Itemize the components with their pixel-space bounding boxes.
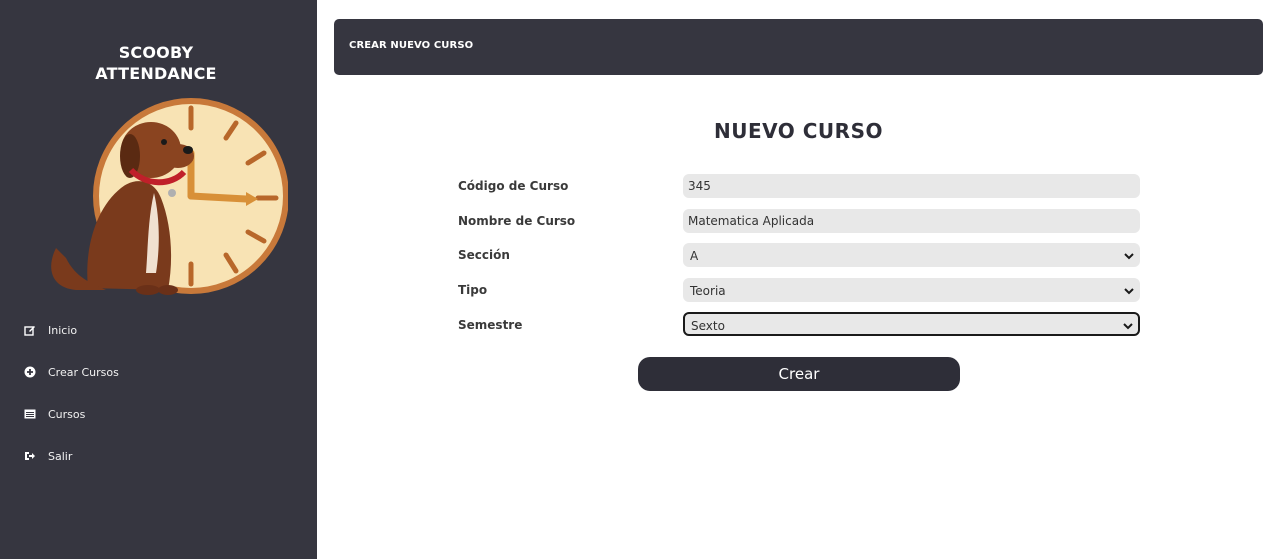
form-row-semestre: Semestre Sexto (458, 312, 1140, 336)
nombre-label: Nombre de Curso (458, 214, 576, 228)
sidebar: SCOOBY ATTENDANCE Inicio Crear Cursos Cu… (0, 0, 317, 559)
chevron-down-icon (1124, 288, 1134, 295)
tipo-select[interactable]: Teoria (683, 278, 1140, 302)
chevron-down-icon (1124, 253, 1134, 260)
seccion-label: Sección (458, 248, 510, 262)
sidebar-item-crear-cursos[interactable]: Crear Cursos (0, 354, 317, 390)
tipo-label: Tipo (458, 283, 488, 297)
crear-button[interactable]: Crear (638, 357, 960, 391)
form-title: NUEVO CURSO (714, 119, 883, 143)
form-row-nombre: Nombre de Curso Matematica Aplicada (458, 209, 1140, 233)
nombre-value: Matematica Aplicada (688, 214, 815, 228)
brand-line-1: SCOOBY (118, 43, 194, 62)
seccion-value: A (690, 249, 699, 263)
sidebar-item-label: Salir (48, 449, 73, 463)
app-root: SCOOBY ATTENDANCE Inicio Crear Cursos Cu… (0, 0, 1280, 559)
seccion-select[interactable]: A (683, 243, 1140, 267)
chevron-down-icon (1123, 323, 1133, 330)
list-icon (24, 408, 36, 420)
nombre-input[interactable]: Matematica Aplicada (683, 209, 1140, 233)
semestre-select[interactable]: Sexto (683, 312, 1140, 336)
sidebar-item-label: Crear Cursos (48, 365, 119, 379)
plus-circle-icon (24, 366, 36, 378)
sign-out-icon (24, 450, 36, 462)
codigo-input[interactable]: 345 (683, 174, 1140, 198)
form-row-seccion: Sección A (458, 243, 1140, 267)
sidebar-item-salir[interactable]: Salir (0, 438, 317, 474)
edit-icon (24, 324, 36, 336)
brand-line-2: ATTENDANCE (95, 64, 217, 83)
brand-title: SCOOBY ATTENDANCE (0, 42, 312, 84)
form-row-tipo: Tipo Teoria (458, 278, 1140, 302)
sidebar-item-inicio[interactable]: Inicio (0, 312, 317, 348)
page-header-title: CREAR NUEVO CURSO (349, 40, 474, 51)
semestre-value: Sexto (691, 319, 725, 333)
tipo-value: Teoria (690, 284, 726, 298)
codigo-label: Código de Curso (458, 179, 569, 193)
sidebar-item-label: Cursos (48, 407, 86, 421)
semestre-label: Semestre (458, 318, 523, 332)
page-header: CREAR NUEVO CURSO (334, 19, 1263, 75)
sidebar-item-cursos[interactable]: Cursos (0, 396, 317, 432)
codigo-value: 345 (688, 179, 711, 193)
sidebar-item-label: Inicio (48, 323, 78, 337)
dog-clock-logo (51, 98, 288, 295)
form-row-codigo: Código de Curso 345 (458, 174, 1140, 198)
